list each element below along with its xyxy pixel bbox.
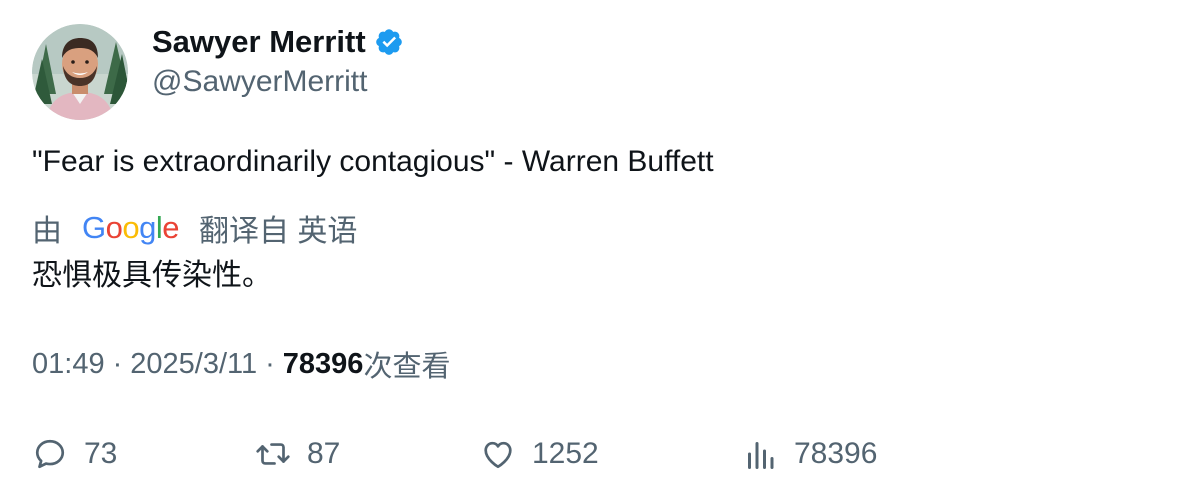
reply-count: 73 — [84, 437, 118, 470]
reply-button[interactable]: 73 — [32, 432, 117, 476]
google-logo[interactable]: Google — [82, 210, 180, 246]
tweet-date[interactable]: 2025/3/11 — [130, 348, 257, 381]
like-button[interactable]: 1252 — [480, 432, 599, 476]
action-bar: 73 87 1252 78396 — [0, 432, 1196, 476]
retweet-button[interactable]: 87 — [255, 432, 340, 476]
reply-icon — [35, 439, 65, 469]
author-name-row: Sawyer Merritt — [152, 22, 404, 62]
retweet-icon — [256, 443, 290, 465]
retweet-count: 87 — [307, 437, 341, 470]
tweet-meta: 01:49 · 2025/3/11 · 78396 次查看 — [32, 344, 450, 384]
tweet-text: "Fear is extraordinarily contagious" - W… — [32, 145, 714, 178]
heart-icon — [484, 441, 512, 469]
views-label: 次查看 — [363, 351, 451, 383]
meta-separator: · — [112, 347, 123, 380]
author-handle[interactable]: @SawyerMerritt — [152, 62, 367, 102]
avatar[interactable] — [32, 24, 128, 120]
analytics-icon — [748, 442, 774, 469]
translation-suffix: 翻译自 英语 — [199, 215, 358, 248]
avatar-image — [32, 24, 128, 120]
translated-text: 恐惧极具传染性。 — [32, 259, 272, 292]
tweet-time[interactable]: 01:49 — [32, 348, 105, 381]
verified-badge-icon[interactable] — [374, 27, 404, 57]
translation-attribution: 由 Google 翻译自 英语 — [32, 208, 357, 248]
like-count: 1252 — [532, 437, 599, 470]
author-display-name[interactable]: Sawyer Merritt — [152, 22, 366, 62]
meta-separator: · — [265, 347, 275, 380]
translation-prefix: 由 — [32, 215, 62, 248]
views-button[interactable]: 78396 — [742, 432, 877, 476]
views-count-action: 78396 — [794, 437, 878, 470]
views-count: 78396 — [282, 347, 364, 380]
